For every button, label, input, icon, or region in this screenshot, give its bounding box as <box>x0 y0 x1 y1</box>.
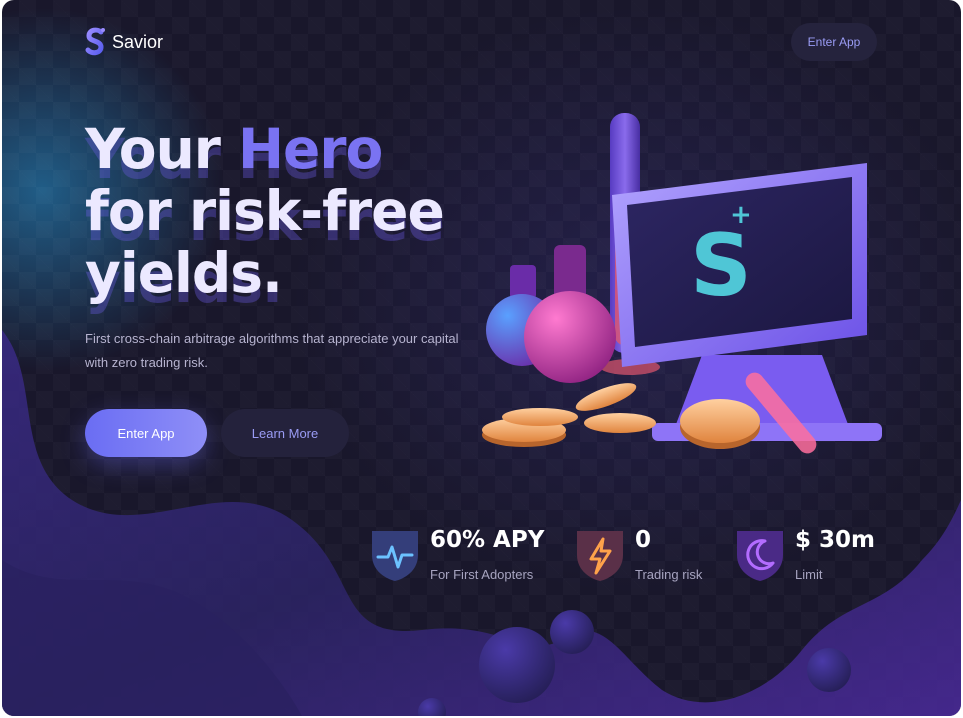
stat-apy-label: For First Adopters <box>430 567 534 582</box>
learn-more-button[interactable]: Learn More <box>221 409 349 457</box>
brand-logo[interactable]: Savior <box>84 27 163 57</box>
hero-title: Your Hero for risk-free yields. <box>85 117 445 305</box>
hero-title-line1: Your Hero <box>85 117 383 181</box>
hero-title-accent: Hero <box>238 117 383 181</box>
hero-title-line3: yields. <box>85 241 283 305</box>
moon-icon <box>737 531 783 581</box>
enter-app-button[interactable]: Enter App <box>85 409 207 457</box>
brand-name: Savior <box>112 31 164 52</box>
stat-limit-label: Limit <box>795 567 823 582</box>
hero-title-line2: for risk-free <box>85 179 445 243</box>
savior-logo-icon <box>85 27 105 56</box>
stat-risk: 0 Trading risk <box>573 527 723 587</box>
lightning-icon <box>577 531 623 581</box>
stat-apy-value: 60% APY <box>430 527 545 553</box>
pulse-icon <box>372 531 418 581</box>
stat-risk-value: 0 <box>635 527 652 553</box>
stat-apy: 60% APY For First Adopters <box>368 527 558 587</box>
stat-limit: $ 30m Limit <box>733 527 883 587</box>
svg-text:+: + <box>730 200 752 230</box>
svg-text:S: S <box>690 216 752 316</box>
hero-illustration: S + <box>482 113 882 454</box>
stat-risk-label: Trading risk <box>635 567 703 582</box>
landing-page: Savior Enter App Your Hero for risk-free… <box>2 0 961 716</box>
stat-limit-value: $ 30m <box>795 527 875 553</box>
hero-subtitle: First cross-chain arbitrage algorithms t… <box>85 331 459 370</box>
header-enter-app-button[interactable]: Enter App <box>791 23 877 61</box>
